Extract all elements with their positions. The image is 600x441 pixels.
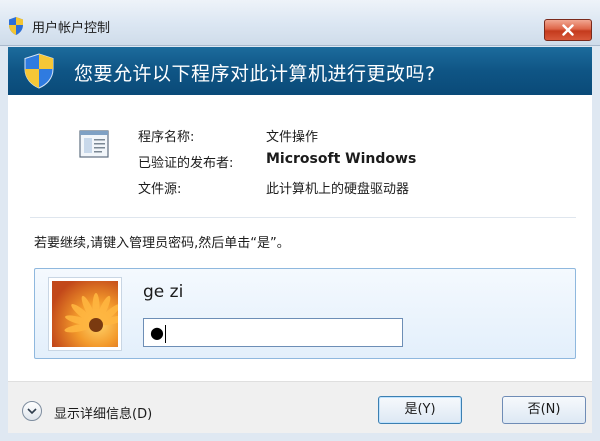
- no-button[interactable]: 否(N): [502, 396, 586, 424]
- title-bar: 用户帐户控制: [0, 0, 600, 46]
- show-details-label[interactable]: 显示详细信息(D): [54, 403, 152, 422]
- password-field[interactable]: ●: [143, 318, 403, 347]
- uac-shield-icon: [9, 17, 23, 35]
- program-window-icon: [79, 130, 109, 158]
- file-source-label: 文件源:: [138, 182, 182, 197]
- instruction-text: 若要继续,请键入管理员密码,然后单击“是”。: [34, 236, 290, 251]
- dialog-footer: 显示详细信息(D) 是(Y) 否(N): [8, 381, 592, 433]
- uac-header: 您要允许以下程序对此计算机进行更改吗?: [8, 47, 592, 95]
- publisher-label: 已验证的发布者:: [138, 156, 234, 171]
- close-button[interactable]: [544, 19, 592, 41]
- publisher-value: Microsoft Windows: [266, 151, 417, 167]
- text-caret: [164, 324, 166, 343]
- program-name-label: 程序名称:: [138, 130, 195, 145]
- uac-question: 您要允许以下程序对此计算机进行更改吗?: [74, 63, 436, 85]
- window-title: 用户帐户控制: [32, 21, 111, 36]
- avatar: [48, 277, 122, 351]
- program-name-value: 文件操作: [266, 130, 319, 145]
- show-details-toggle[interactable]: [22, 401, 42, 421]
- username: ge zi: [143, 282, 184, 302]
- divider: [30, 217, 576, 218]
- flower-avatar-icon: [52, 281, 118, 347]
- uac-shield-icon: [24, 53, 54, 89]
- file-source-value: 此计算机上的硬盘驱动器: [266, 182, 410, 197]
- dialog-content: 程序名称: 文件操作 已验证的发布者: Microsoft Windows 文件…: [8, 95, 592, 381]
- password-value: ●: [150, 323, 164, 342]
- chevron-down-icon: [27, 408, 37, 415]
- credential-tile[interactable]: ge zi ●: [34, 268, 576, 359]
- yes-button[interactable]: 是(Y): [378, 396, 462, 424]
- close-icon: [562, 24, 574, 36]
